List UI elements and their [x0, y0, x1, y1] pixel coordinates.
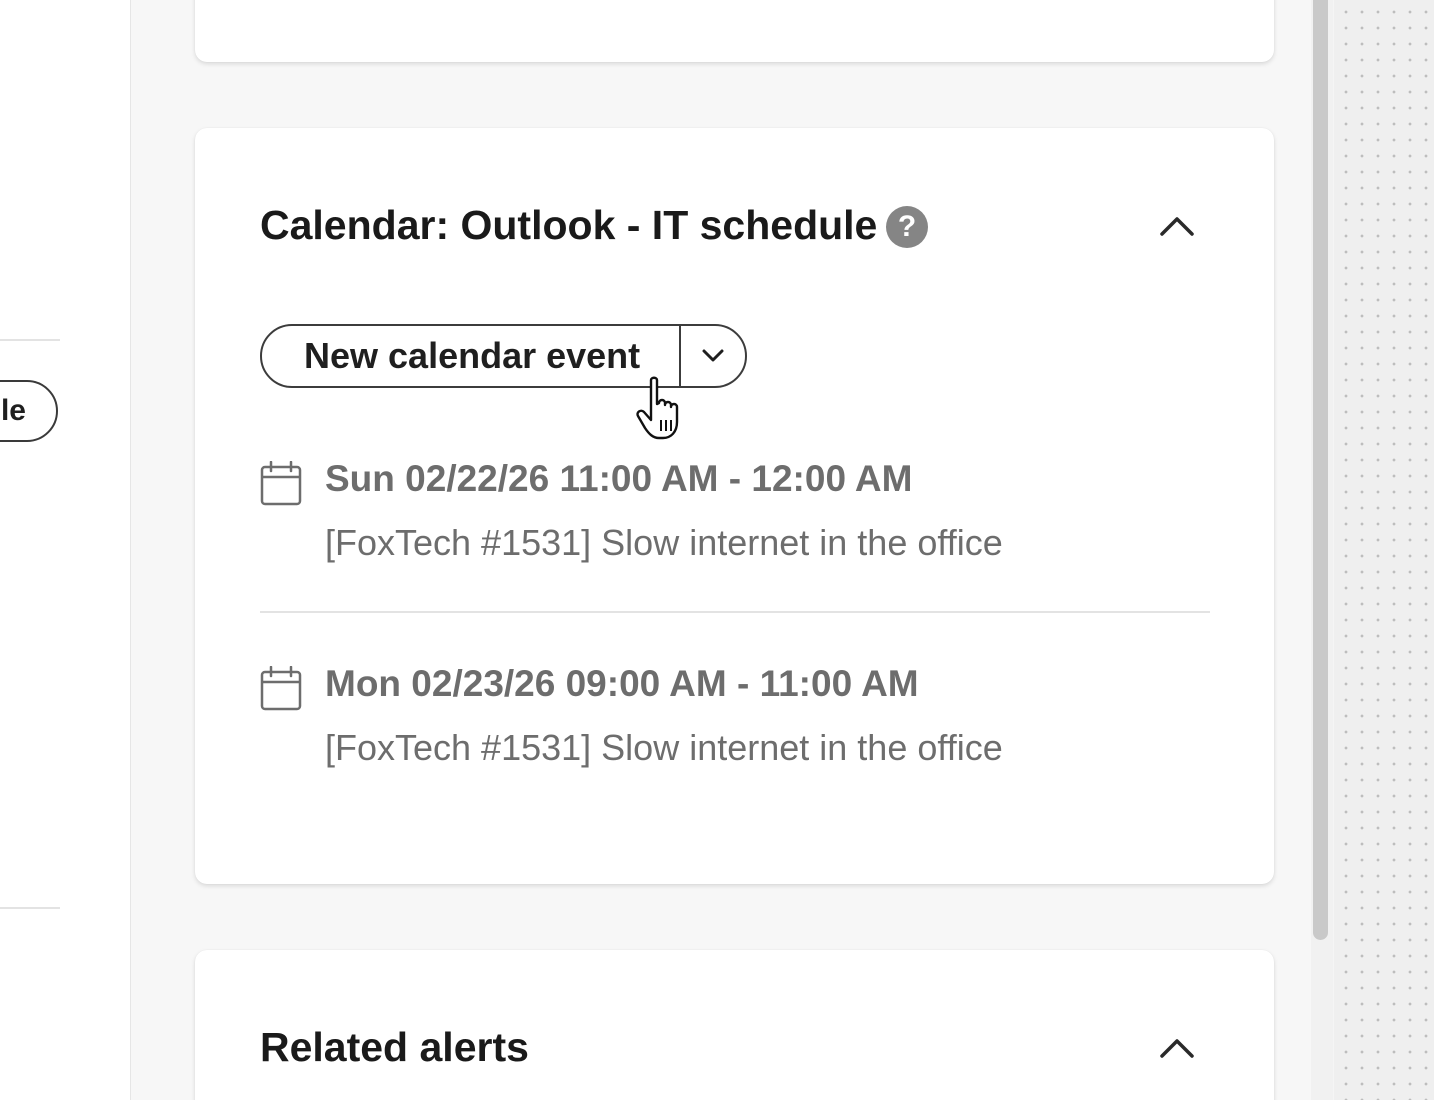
related-alerts-card: Related alerts: [195, 950, 1274, 1100]
main-column: Calendar: Outlook - IT schedule ? New ca…: [131, 0, 1311, 1100]
calendar-icon: [260, 666, 302, 711]
scrollbar-thumb[interactable]: [1313, 0, 1328, 940]
calendar-card: Calendar: Outlook - IT schedule ? New ca…: [195, 128, 1274, 884]
new-calendar-event-split-button: New calendar event: [260, 324, 747, 388]
right-dotted-panel: [1334, 0, 1434, 1100]
new-event-dropdown-button[interactable]: [681, 326, 745, 386]
left-panel: le: [0, 0, 131, 1100]
event-time: Sun 02/22/26 11:00 AM - 12:00 AM: [325, 458, 913, 499]
left-divider: [0, 339, 60, 341]
chevron-up-icon: [1160, 217, 1194, 236]
left-pill-button[interactable]: le: [0, 380, 58, 442]
event-time: Mon 02/23/26 09:00 AM - 11:00 AM: [325, 663, 919, 704]
collapse-alerts-button[interactable]: [1153, 1024, 1201, 1072]
new-calendar-event-button[interactable]: New calendar event: [262, 326, 681, 386]
event-subject: [FoxTech #1531] Slow internet in the off…: [325, 522, 1003, 563]
event-subject: [FoxTech #1531] Slow internet in the off…: [325, 727, 1003, 768]
help-circle-icon[interactable]: ?: [886, 206, 928, 248]
chevron-up-icon: [1160, 1039, 1194, 1058]
collapse-calendar-button[interactable]: [1153, 202, 1201, 250]
calendar-icon: [260, 461, 302, 506]
calendar-card-title: Calendar: Outlook - IT schedule: [260, 202, 878, 248]
help-icon-glyph: ?: [897, 210, 917, 243]
event-divider: [260, 611, 1210, 613]
app-root: le Calendar: Outlook - IT schedule ? New…: [0, 0, 1434, 1100]
left-pill-label: le: [0, 394, 26, 427]
related-alerts-title: Related alerts: [260, 1024, 529, 1070]
chevron-down-icon: [702, 349, 724, 362]
previous-card: [195, 0, 1274, 62]
left-divider: [0, 907, 60, 909]
